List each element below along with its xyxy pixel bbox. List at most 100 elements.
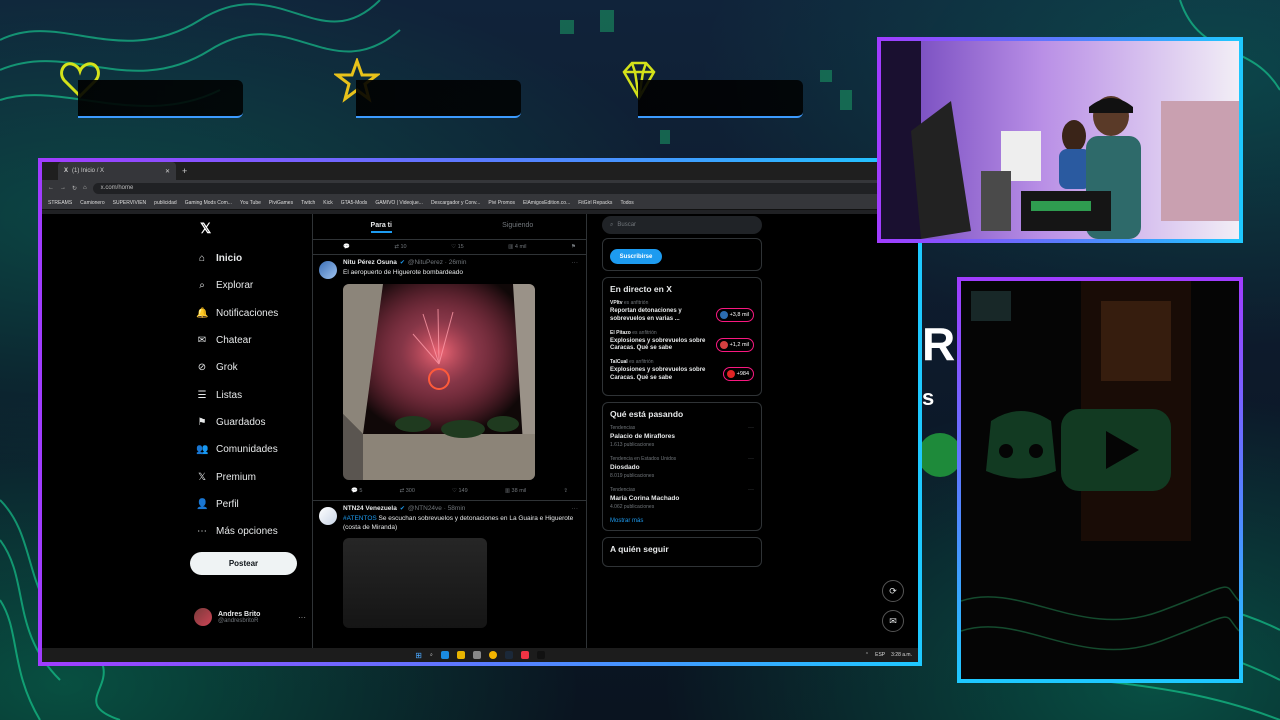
search-icon: ⌕ bbox=[610, 221, 614, 228]
trend-item[interactable]: Tendencia en Estados Unidos Diosdado 8.019… bbox=[610, 456, 754, 479]
sidebar-item-comunidades[interactable]: 👥 Comunidades bbox=[190, 436, 310, 463]
chrome-icon[interactable] bbox=[488, 651, 497, 659]
subscribe-button[interactable]: Suscribirse bbox=[610, 249, 662, 264]
new-tab-icon[interactable]: + bbox=[182, 166, 187, 176]
tab-for-you[interactable]: Para ti bbox=[313, 214, 450, 239]
post-image[interactable] bbox=[343, 283, 535, 480]
grok-float-icon[interactable]: ⟳ bbox=[882, 580, 904, 602]
stat-slot-subs bbox=[356, 80, 521, 118]
show-more-link[interactable]: Mostrar más bbox=[610, 518, 754, 524]
sidebar-item-inicio[interactable]: ⌂ Inicio bbox=[190, 245, 310, 272]
live-item[interactable]: VPItv es anfitrión Reportan detonaciones … bbox=[610, 300, 754, 324]
live-listeners-badge[interactable]: +984 bbox=[722, 367, 754, 382]
steam-icon[interactable] bbox=[504, 651, 513, 659]
close-tab-icon[interactable]: ✕ bbox=[165, 168, 170, 175]
more-horizontal-icon[interactable]: ··· bbox=[748, 487, 754, 493]
x-logo-icon[interactable]: 𝕏 bbox=[200, 220, 310, 237]
bookmark-item[interactable]: GAMIVO | Videojue... bbox=[375, 200, 423, 206]
chevron-up-icon[interactable]: ⌃ bbox=[865, 652, 869, 658]
more-horizontal-icon[interactable]: ··· bbox=[298, 613, 306, 622]
more-horizontal-icon[interactable]: ··· bbox=[748, 456, 754, 462]
views-button[interactable]: ▥ 38 mil bbox=[505, 488, 526, 494]
tiktok-icon[interactable] bbox=[536, 651, 545, 659]
reply-button[interactable]: 💬 5 bbox=[351, 488, 362, 494]
bookmark-icon[interactable]: ⚑ bbox=[571, 244, 576, 250]
bookmark-item[interactable]: Kick bbox=[323, 200, 332, 206]
sidebar-item-más-opciones[interactable]: ⋯ Más opciones bbox=[190, 518, 310, 545]
live-item[interactable]: TalCual es anfitrión Explosiones y sobrev… bbox=[610, 359, 754, 383]
bookmark-item[interactable]: GTA5-Mods bbox=[341, 200, 368, 206]
post[interactable]: NTN24 Venezuela ✔ @NTN24ve · 58min ··· #… bbox=[313, 499, 586, 629]
share-icon[interactable]: ⇪ bbox=[563, 488, 568, 494]
bookmark-item[interactable]: Pivi Promos bbox=[488, 200, 515, 206]
tab-bar: X (1) Inicio / X ✕ + bbox=[42, 162, 918, 180]
sidebar-item-grok[interactable]: ⊘ Grok bbox=[190, 354, 310, 381]
bookmark-item[interactable]: Camionero bbox=[80, 200, 104, 206]
lang-indicator[interactable]: ESP bbox=[875, 652, 885, 658]
trend-item[interactable]: Tendencias Palacio de Miraflores 1.613 pub… bbox=[610, 425, 754, 448]
bookmark-item[interactable]: You Tube bbox=[240, 200, 261, 206]
search-placeholder: Buscar bbox=[617, 222, 637, 228]
post[interactable]: Nitu Pérez Osuna ✔ @NituPerez · 26min ··… bbox=[313, 254, 586, 498]
bookmark-item[interactable]: FitGirl Repacks bbox=[578, 200, 612, 206]
account-switcher[interactable]: Andres Brito @andresbritoR ··· bbox=[194, 608, 306, 626]
post-author[interactable]: Nitu Pérez Osuna bbox=[343, 259, 397, 266]
edge-icon[interactable] bbox=[440, 651, 449, 659]
repost-button[interactable]: ⇄ 10 bbox=[394, 244, 406, 250]
more-horizontal-icon[interactable]: ··· bbox=[572, 259, 579, 266]
views-button[interactable]: ▥ 4 mil bbox=[508, 244, 526, 250]
bookmark-item[interactable]: Gaming Mods Com... bbox=[185, 200, 232, 206]
bookmark-item[interactable]: Todos bbox=[620, 200, 633, 206]
post-video[interactable] bbox=[343, 538, 487, 629]
sidebar-item-label: Más opciones bbox=[216, 526, 278, 538]
like-button[interactable]: ♡ 149 bbox=[452, 488, 468, 494]
live-listeners-badge[interactable]: +1,2 mil bbox=[715, 337, 754, 352]
search-input[interactable]: ⌕ Buscar bbox=[602, 216, 762, 234]
sidebar-item-guardados[interactable]: ⚑ Guardados bbox=[190, 409, 310, 436]
post-button[interactable]: Postear bbox=[190, 552, 297, 575]
home-button-icon[interactable]: ⌂ bbox=[83, 185, 87, 191]
right-sidebar: ⌕ Buscar Suscribirse En directo en X VPI… bbox=[602, 214, 762, 567]
bookmark-item[interactable]: ElAmigosEdition.co... bbox=[523, 200, 570, 206]
folder-icon[interactable] bbox=[456, 651, 465, 659]
search-icon[interactable]: ⌕ bbox=[430, 652, 433, 658]
windows-start-icon[interactable]: ⊞ bbox=[415, 651, 422, 660]
reload-icon[interactable]: ↻ bbox=[72, 185, 77, 192]
messages-float-icon[interactable]: ✉ bbox=[882, 610, 904, 632]
settings-icon[interactable] bbox=[472, 651, 481, 659]
post-author[interactable]: NTN24 Venezuela bbox=[343, 505, 397, 512]
tab-following[interactable]: Siguiendo bbox=[450, 214, 587, 239]
back-icon[interactable]: ← bbox=[48, 185, 54, 191]
bookmark-item[interactable]: publicidad bbox=[154, 200, 177, 206]
live-title-text: Explosiones y sobrevuelos sobre Caracas.… bbox=[610, 337, 706, 352]
obs-icon[interactable] bbox=[520, 651, 529, 659]
bookmark-item[interactable]: SUPERVIVIEN bbox=[113, 200, 147, 206]
sidebar-item-listas[interactable]: ☰ Listas bbox=[190, 381, 310, 408]
trend-item[interactable]: Tendencias María Corina Machado 4.062 publ… bbox=[610, 487, 754, 510]
sidebar-item-notificaciones[interactable]: 🔔 Notificaciones bbox=[190, 300, 310, 327]
clock[interactable]: 3:28 a.m. bbox=[891, 652, 912, 658]
like-button[interactable]: ♡ 15 bbox=[451, 244, 464, 250]
more-horizontal-icon[interactable]: ··· bbox=[748, 425, 754, 431]
sidebar-item-explorar[interactable]: ⌕ Explorar bbox=[190, 272, 310, 299]
bookmark-item[interactable]: STREAMS bbox=[48, 200, 72, 206]
live-listeners-badge[interactable]: +3,8 mil bbox=[715, 308, 754, 322]
bookmark-item[interactable]: PiviGames bbox=[269, 200, 293, 206]
sidebar-item-chatear[interactable]: ✉ Chatear bbox=[190, 327, 310, 354]
browser-tab[interactable]: X (1) Inicio / X ✕ bbox=[58, 162, 176, 180]
timeline: Para ti Siguiendo 💬 ⇄ 10 ♡ 15 ▥ 4 mil ⚑ … bbox=[312, 214, 587, 648]
repost-button[interactable]: ⇄ 300 bbox=[400, 488, 415, 494]
sidebar-item-premium[interactable]: 𝕏 Premium bbox=[190, 463, 310, 490]
person-icon: 👤 bbox=[196, 498, 209, 510]
more-horizontal-icon[interactable]: ··· bbox=[572, 505, 579, 512]
bookmark-item[interactable]: Twitch bbox=[301, 200, 315, 206]
url-field[interactable]: x.com/home bbox=[92, 182, 891, 194]
hashtag-link[interactable]: #ATENTOS bbox=[343, 515, 377, 522]
sidebar-item-label: Comunidades bbox=[216, 444, 278, 456]
sidebar-item-perfil[interactable]: 👤 Perfil bbox=[190, 491, 310, 518]
live-item[interactable]: El Pitazo es anfitrión Explosiones y sobr… bbox=[610, 330, 754, 354]
bookmark-item[interactable]: Descargador y Conv... bbox=[431, 200, 480, 206]
forward-icon[interactable]: → bbox=[60, 185, 66, 191]
trends-panel: Qué está pasando Tendencias Palacio de Mi… bbox=[602, 401, 762, 531]
reply-icon[interactable]: 💬 bbox=[343, 244, 350, 250]
